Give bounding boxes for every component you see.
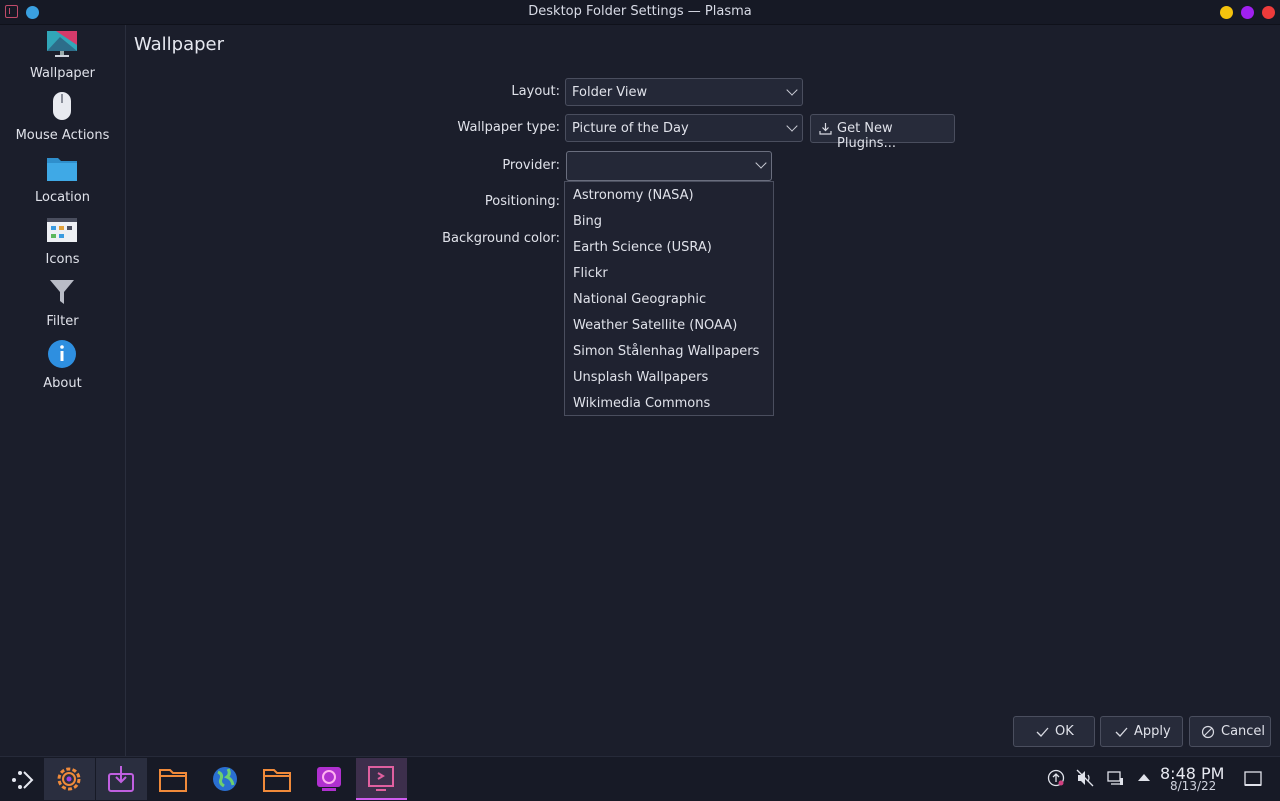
chevron-down-icon <box>786 120 798 132</box>
filter-icon <box>50 280 74 304</box>
taskbar-browser[interactable] <box>200 758 251 800</box>
sidebar-item-filter[interactable]: Filter <box>0 273 125 335</box>
layout-combobox[interactable]: Folder View <box>565 78 803 106</box>
dropdown-option[interactable]: National Geographic <box>573 292 706 307</box>
sidebar-item-mouse-actions[interactable]: Mouse Actions <box>0 87 125 149</box>
sidebar-item-wallpaper[interactable]: Wallpaper <box>0 25 125 87</box>
show-desktop-icon[interactable] <box>1244 770 1262 788</box>
dropdown-option[interactable]: Simon Stålenhag Wallpapers <box>573 344 759 359</box>
volume-muted-icon[interactable] <box>1076 769 1094 787</box>
check-icon <box>1115 727 1128 737</box>
taskbar <box>0 756 1280 801</box>
wallpaper-type-label: Wallpaper type: <box>457 120 560 135</box>
globe-icon <box>213 767 237 791</box>
dropdown-option[interactable]: Earth Science (USRA) <box>573 240 712 255</box>
provider-label: Provider: <box>502 158 560 173</box>
dropdown-option[interactable]: Unsplash Wallpapers <box>573 370 708 385</box>
taskbar-dolphin[interactable] <box>148 758 199 800</box>
wallpaper-type-value: Picture of the Day <box>572 121 689 136</box>
layout-value: Folder View <box>572 85 648 100</box>
close-button[interactable] <box>1262 6 1275 19</box>
apply-button[interactable]: Apply <box>1100 716 1183 747</box>
sidebar-item-about[interactable]: About <box>0 335 125 397</box>
monitor-app-icon <box>317 767 341 791</box>
updates-icon[interactable] <box>1047 769 1065 787</box>
desktop-settings-icon <box>368 766 394 791</box>
ok-button[interactable]: OK <box>1013 716 1095 747</box>
get-new-plugins-label: Get New Plugins... <box>837 121 896 151</box>
download-box-icon <box>108 766 134 792</box>
sidebar-item-icons[interactable]: Icons <box>0 211 125 273</box>
launcher-icon <box>12 771 34 789</box>
sidebar-item-label: Mouse Actions <box>15 128 110 143</box>
cancel-icon <box>1201 725 1215 739</box>
sidebar-item-label: Location <box>35 190 90 205</box>
chevron-up-icon[interactable] <box>1135 769 1153 787</box>
wallpaper-icon <box>47 31 77 57</box>
chevron-down-icon <box>755 157 767 169</box>
dropdown-option[interactable]: Bing <box>573 214 602 229</box>
cancel-button[interactable]: Cancel <box>1189 716 1271 747</box>
dropdown-option[interactable]: Weather Satellite (NOAA) <box>573 318 737 333</box>
maximize-button[interactable] <box>1241 6 1254 19</box>
provider-dropdown-list: Astronomy (NASA) Bing Earth Science (USR… <box>564 181 774 416</box>
sidebar-item-label: Filter <box>46 314 79 329</box>
layout-label: Layout: <box>511 84 560 99</box>
taskbar-app-purple[interactable] <box>304 758 355 800</box>
taskbar-discover[interactable] <box>96 758 147 800</box>
ok-label: OK <box>1055 724 1074 739</box>
provider-combobox[interactable] <box>566 151 772 181</box>
network-icon[interactable] <box>1106 769 1124 787</box>
gear-icon <box>57 767 81 791</box>
taskbar-plasma-settings[interactable] <box>356 758 407 800</box>
icons-icon <box>47 218 77 242</box>
sidebar-item-label: About <box>43 376 82 391</box>
positioning-label: Positioning: <box>484 194 560 209</box>
wallpaper-type-combobox[interactable]: Picture of the Day <box>565 114 803 142</box>
folder-icon <box>47 158 77 181</box>
taskbar-files[interactable] <box>252 758 303 800</box>
sidebar-item-location[interactable]: Location <box>0 149 125 211</box>
taskbar-system-settings[interactable] <box>44 758 95 800</box>
dropdown-option[interactable]: Flickr <box>573 266 608 281</box>
sidebar-item-label: Wallpaper <box>29 66 96 81</box>
sidebar-item-label: Icons <box>45 252 80 267</box>
apply-label: Apply <box>1134 724 1171 739</box>
minimize-button[interactable] <box>1220 6 1233 19</box>
folder-icon <box>159 769 187 792</box>
cancel-label: Cancel <box>1221 724 1266 739</box>
title-bar: Desktop Folder Settings — Plasma <box>0 0 1280 25</box>
clock-date[interactable]: 8/13/22 <box>1170 779 1216 793</box>
folder-icon <box>263 769 291 792</box>
background-color-label: Background color: <box>442 231 560 246</box>
sidebar: Wallpaper Mouse Actions Location Icons F… <box>0 25 126 756</box>
dropdown-option[interactable]: Astronomy (NASA) <box>573 188 694 203</box>
get-new-plugins-button[interactable]: Get New Plugins... <box>810 114 955 151</box>
page-title: Wallpaper <box>134 34 225 55</box>
check-icon <box>1036 727 1049 737</box>
download-icon <box>819 123 832 135</box>
dropdown-option[interactable]: Wikimedia Commons <box>573 396 710 411</box>
window-title: Desktop Folder Settings — Plasma <box>528 4 752 19</box>
info-icon <box>48 340 76 368</box>
chevron-down-icon <box>786 84 798 96</box>
mouse-icon <box>53 92 71 120</box>
